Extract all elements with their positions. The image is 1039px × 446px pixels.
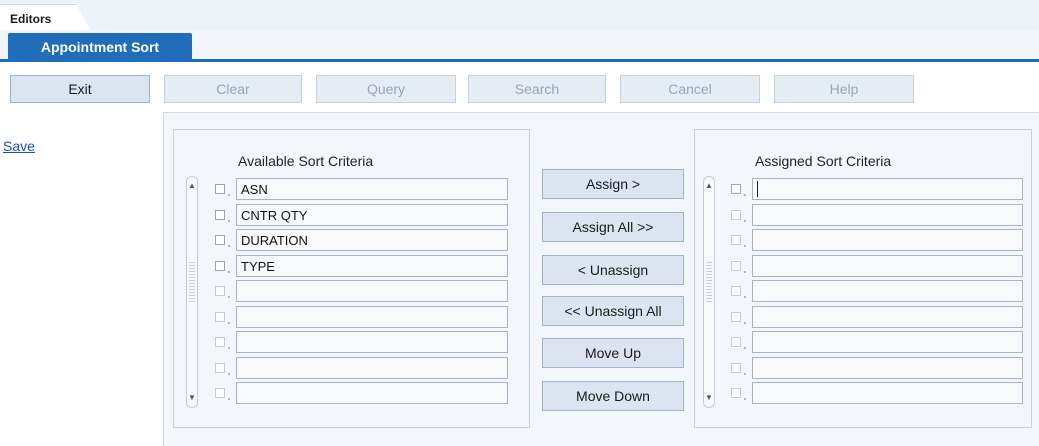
exit-button[interactable]: Exit <box>10 75 150 103</box>
assign-button[interactable]: Assign > <box>542 169 684 199</box>
row-marker-icon <box>744 220 746 222</box>
tab-editors[interactable]: Editors <box>0 4 90 30</box>
row-marker-icon <box>744 322 746 324</box>
query-button[interactable]: Query <box>316 75 456 103</box>
available-row-field[interactable] <box>236 306 508 328</box>
available-row-checkbox[interactable] <box>215 261 225 271</box>
assigned-row-checkbox[interactable] <box>731 312 741 322</box>
available-row-field[interactable]: TYPE <box>236 255 508 277</box>
available-row-checkbox[interactable] <box>215 337 225 347</box>
available-row-checkbox[interactable] <box>215 184 225 194</box>
assigned-row-field[interactable] <box>752 382 1023 404</box>
row-marker-icon <box>228 194 230 196</box>
row-marker-icon <box>744 245 746 247</box>
help-button[interactable]: Help <box>774 75 914 103</box>
move-up-button[interactable]: Move Up <box>542 338 684 368</box>
row-marker-icon <box>228 347 230 349</box>
unassign-button[interactable]: < Unassign <box>542 255 684 285</box>
tab-appointment-sort[interactable]: Appointment Sort <box>8 33 192 62</box>
assigned-row-field[interactable] <box>752 255 1023 277</box>
assigned-row-checkbox[interactable] <box>731 363 741 373</box>
cancel-button[interactable]: Cancel <box>620 75 760 103</box>
scroll-grip-icon[interactable] <box>189 262 195 302</box>
assigned-row-field[interactable] <box>752 331 1023 353</box>
search-button[interactable]: Search <box>468 75 606 103</box>
assigned-row-field[interactable] <box>752 306 1023 328</box>
row-marker-icon <box>228 373 230 375</box>
available-row-field[interactable]: DURATION <box>236 229 508 251</box>
row-marker-icon <box>744 271 746 273</box>
available-row-field[interactable] <box>236 382 508 404</box>
available-row-checkbox[interactable] <box>215 235 225 245</box>
scroll-up-arrow-icon[interactable]: ▲ <box>704 181 714 191</box>
scroll-grip-icon[interactable] <box>706 262 712 302</box>
row-marker-icon <box>228 398 230 400</box>
save-link[interactable]: Save <box>3 138 35 154</box>
scroll-up-arrow-icon[interactable]: ▲ <box>187 181 197 191</box>
assigned-row-field[interactable] <box>752 357 1023 379</box>
assigned-row-field[interactable] <box>752 280 1023 302</box>
assign-all-button[interactable]: Assign All >> <box>542 212 684 242</box>
assigned-row-field[interactable] <box>752 229 1023 251</box>
available-row-checkbox[interactable] <box>215 363 225 373</box>
available-row-checkbox[interactable] <box>215 210 225 220</box>
text-cursor <box>757 181 758 197</box>
assigned-row-field[interactable] <box>752 204 1023 226</box>
assigned-row-checkbox[interactable] <box>731 210 741 220</box>
top-tab-strip <box>0 0 1039 30</box>
row-marker-icon <box>744 398 746 400</box>
available-row-field[interactable] <box>236 357 508 379</box>
scroll-down-arrow-icon[interactable]: ▼ <box>704 393 714 403</box>
assigned-row-checkbox[interactable] <box>731 286 741 296</box>
row-marker-icon <box>744 373 746 375</box>
row-marker-icon <box>228 245 230 247</box>
assigned-row-checkbox[interactable] <box>731 261 741 271</box>
available-row-field[interactable] <box>236 280 508 302</box>
available-criteria-title: Available Sort Criteria <box>238 153 374 169</box>
row-marker-icon <box>228 322 230 324</box>
row-marker-icon <box>744 194 746 196</box>
row-marker-icon <box>228 271 230 273</box>
row-marker-icon <box>744 347 746 349</box>
assigned-row-checkbox[interactable] <box>731 235 741 245</box>
scroll-down-arrow-icon[interactable]: ▼ <box>187 393 197 403</box>
assigned-row-checkbox[interactable] <box>731 337 741 347</box>
available-row-checkbox[interactable] <box>215 388 225 398</box>
row-marker-icon <box>228 296 230 298</box>
assigned-row-field[interactable] <box>752 178 1023 200</box>
unassign-all-button[interactable]: << Unassign All <box>542 296 684 326</box>
available-row-field[interactable] <box>236 331 508 353</box>
assigned-criteria-title: Assigned Sort Criteria <box>755 153 892 169</box>
available-row-checkbox[interactable] <box>215 286 225 296</box>
move-down-button[interactable]: Move Down <box>542 381 684 411</box>
available-row-field[interactable]: CNTR QTY <box>236 204 508 226</box>
assigned-row-checkbox[interactable] <box>731 388 741 398</box>
available-row-field[interactable]: ASN <box>236 178 508 200</box>
row-marker-icon <box>744 296 746 298</box>
available-row-checkbox[interactable] <box>215 312 225 322</box>
clear-button[interactable]: Clear <box>164 75 302 103</box>
assigned-row-checkbox[interactable] <box>731 184 741 194</box>
row-marker-icon <box>228 220 230 222</box>
